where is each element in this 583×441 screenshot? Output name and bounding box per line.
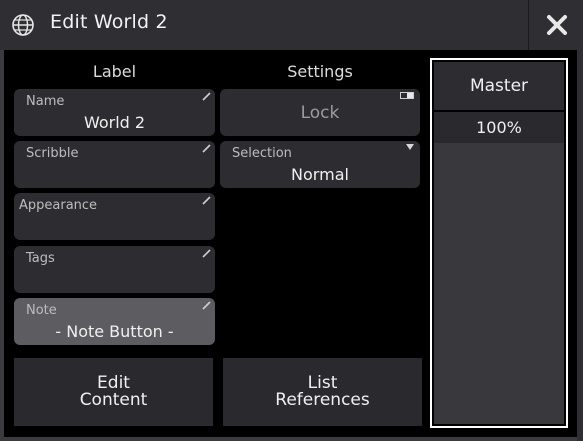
lock-label: Lock [300,103,340,123]
window-title: Edit World 2 [50,11,168,33]
title-bar: Edit World 2 [0,0,583,50]
label-column-header: Label [92,62,137,81]
settings-column-header: Settings [287,62,353,81]
name-field-value: World 2 [83,113,146,132]
note-field[interactable]: Note - Note Button - [14,298,215,345]
master-fader-track[interactable]: 100% [434,112,564,424]
selection-label: Selection [232,146,292,161]
note-field-label: Note [26,303,57,318]
master-value: 100% [476,118,522,137]
selection-value: Normal [291,165,349,184]
edit-corner-icon [202,301,211,310]
edit-corner-icon [202,144,211,153]
edit-content-line2: Content [79,390,148,410]
appearance-field[interactable]: Appearance [14,193,215,240]
list-references-line2: References [275,390,370,410]
edit-corner-icon [202,92,211,101]
lock-button[interactable]: Lock [220,89,420,136]
name-field-label: Name [26,94,65,109]
close-button[interactable] [528,0,583,50]
edit-corner-icon [202,196,211,205]
master-label: Master [434,62,564,110]
tags-field[interactable]: Tags [14,246,215,293]
edit-corner-icon [202,249,211,258]
scribble-field-label: Scribble [26,146,79,161]
master-fader[interactable]: Master 100% [430,58,568,428]
master-fader-handle[interactable]: 100% [434,112,564,143]
close-icon [546,15,567,35]
globe-icon [12,14,34,36]
note-button-value: - Note Button - [55,322,174,341]
toggle-indicator-icon [400,92,414,99]
name-field[interactable]: Name World 2 [14,89,215,136]
edit-content-button[interactable]: Edit Content [14,358,213,426]
window-edge [577,50,583,441]
scribble-field[interactable]: Scribble [14,141,215,188]
appearance-field-label: Appearance [19,198,98,213]
list-references-button[interactable]: List References [223,358,422,426]
dropdown-arrow-icon [406,144,414,150]
tags-field-label: Tags [26,251,55,266]
selection-dropdown[interactable]: Selection Normal [220,141,420,188]
